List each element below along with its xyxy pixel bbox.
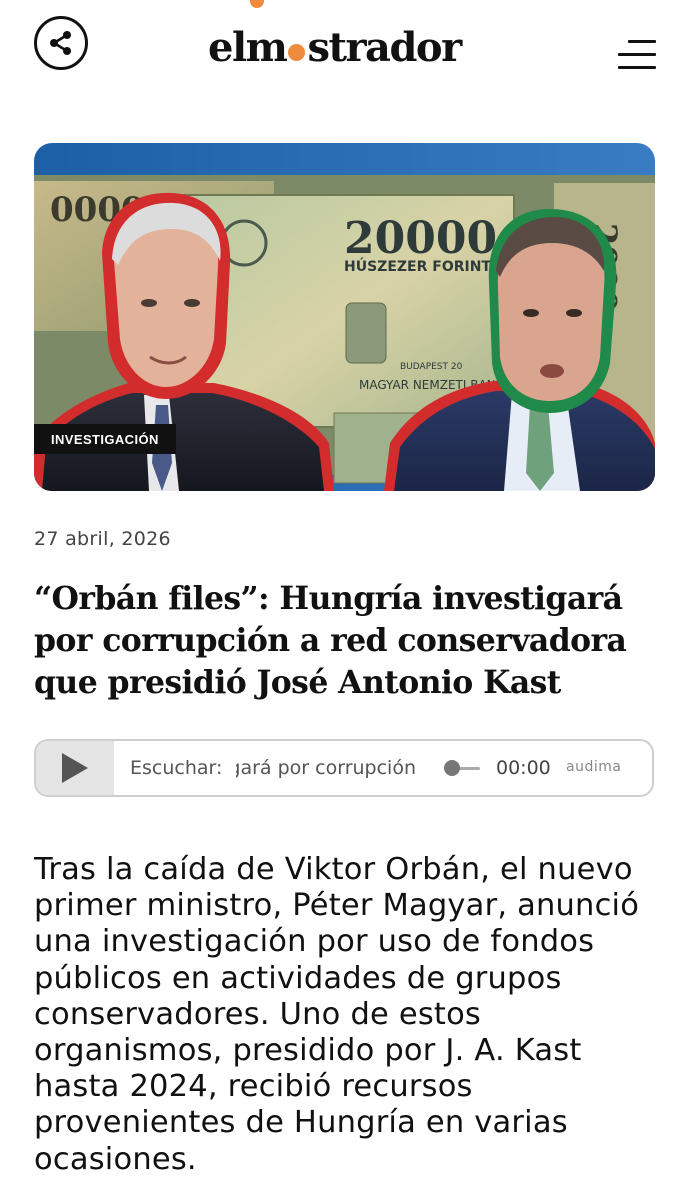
listen-scrolling-text: “Orbán files”: Hungría investigará por c… [236, 757, 416, 779]
logo-suffix: strador [307, 24, 462, 71]
site-header: elm strador [0, 0, 689, 100]
audima-logo[interactable]: audima [566, 759, 621, 775]
share-icon [50, 31, 71, 55]
audio-player: Escuchar: “Orbán files”: Hungría investi… [34, 739, 654, 797]
volume-slider[interactable] [444, 760, 480, 776]
article-date: 27 abril, 2026 [34, 528, 171, 550]
slider-knob[interactable] [444, 760, 460, 776]
share-button[interactable] [34, 16, 88, 70]
player-time: 00:00 [496, 757, 551, 779]
logo-prefix: elm [208, 24, 288, 71]
svg-text:20000: 20000 [344, 213, 497, 264]
svg-text:BUDAPEST 20: BUDAPEST 20 [400, 362, 463, 372]
play-icon [62, 753, 88, 783]
logo-dot [288, 43, 306, 61]
listen-label: Escuchar: [130, 757, 223, 779]
svg-text:HÚSZEZER FORINT: HÚSZEZER FORINT [344, 257, 491, 275]
menu-button[interactable] [618, 40, 656, 72]
article-title: “Orbán files”: Hungría investigará por c… [34, 580, 627, 701]
play-button[interactable] [36, 741, 114, 795]
article-lead: Tras la caída de Viktor Orbán, el nuevo … [34, 852, 640, 1177]
site-logo[interactable]: elm strador [208, 24, 462, 71]
category-badge[interactable]: INVESTIGACIÓN [34, 424, 176, 454]
